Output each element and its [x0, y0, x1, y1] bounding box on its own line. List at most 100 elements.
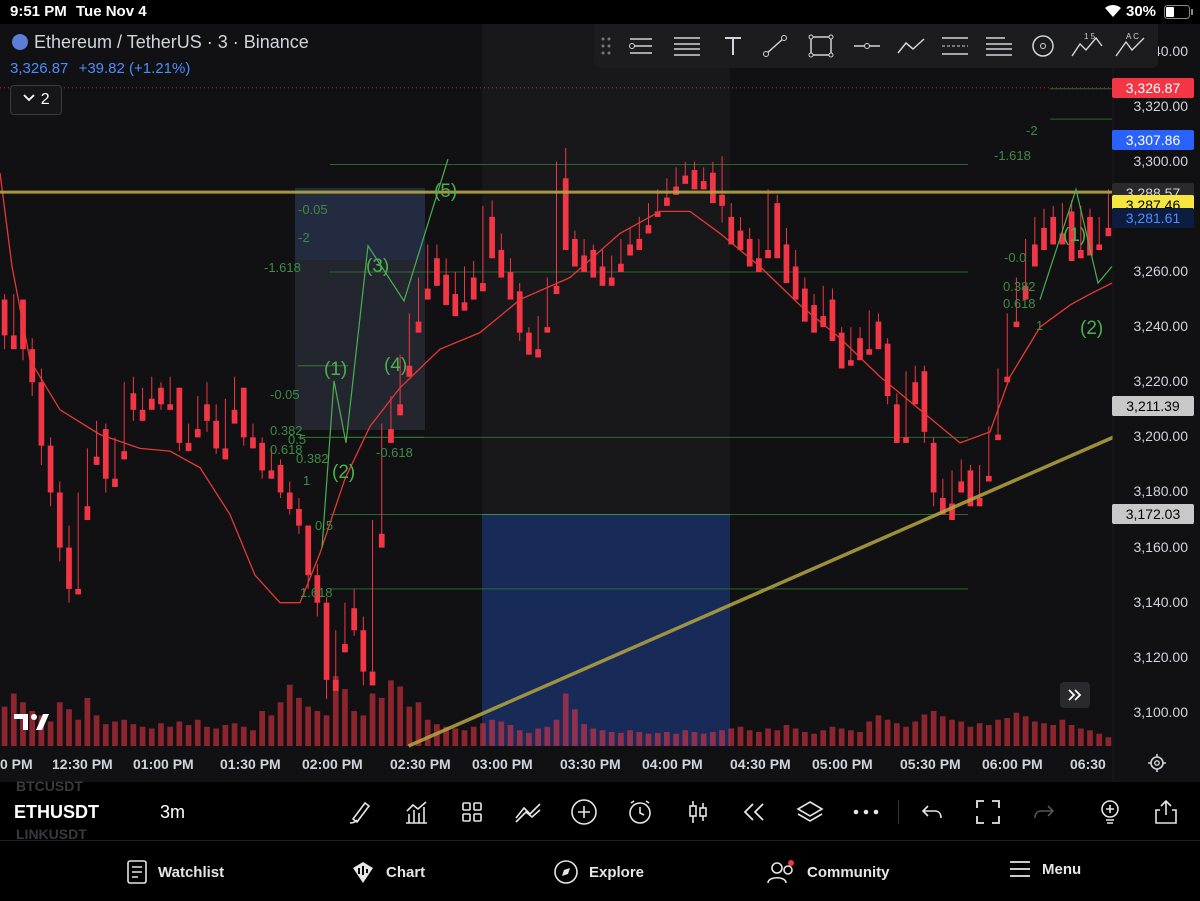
- candle-body: [792, 266, 799, 300]
- candle-body: [893, 404, 900, 443]
- volume-bar: [93, 715, 100, 746]
- volume-bar: [553, 719, 560, 746]
- fullscreen-icon[interactable]: [973, 797, 1003, 827]
- wave-label-1: (1): [324, 359, 348, 380]
- draw-brush-icon[interactable]: [345, 797, 375, 827]
- price-tick: 3,120.00: [1133, 648, 1189, 665]
- candle-body: [148, 398, 155, 410]
- volume-bar: [802, 732, 808, 746]
- volume-bar: [139, 726, 146, 746]
- chart-canvas[interactable]: [0, 24, 1200, 782]
- volume-bar: [645, 733, 652, 746]
- fib-retracement-icon[interactable]: [672, 32, 702, 60]
- volume-bar: [535, 728, 541, 746]
- candle-body: [443, 274, 449, 306]
- candle-body: [415, 321, 422, 333]
- compare-icon[interactable]: [513, 797, 543, 827]
- nav-menu-label: Menu: [1042, 860, 1082, 878]
- circle-icon[interactable]: [1028, 32, 1058, 60]
- price-tick: 3,100.00: [1133, 703, 1189, 720]
- candle-body: [489, 216, 495, 259]
- previous-symbol[interactable]: BTCUSDT: [16, 778, 83, 794]
- pitchfork-icon[interactable]: [626, 32, 656, 60]
- volume-bar: [562, 693, 569, 746]
- chart-area[interactable]: 3,340.00 3,320.00 3,300.00 3,260.00 3,240.00…: [0, 24, 1200, 782]
- replay-icon[interactable]: [739, 797, 769, 827]
- fib-label: 0.382: [1003, 279, 1036, 294]
- scroll-to-realtime-button[interactable]: [1060, 682, 1090, 708]
- bottom-toolbar: BTCUSDT ETHUSDT LINKUSDT 3m: [0, 778, 1200, 842]
- nav-explore[interactable]: Explore: [553, 859, 644, 885]
- nav-community-label: Community: [807, 863, 890, 881]
- nav-watchlist[interactable]: Watchlist: [126, 859, 224, 885]
- fib-label: -2: [298, 230, 310, 245]
- elliott-correction-icon[interactable]: A C: [1114, 32, 1148, 60]
- volume-bar: [388, 680, 394, 746]
- more-icon[interactable]: [851, 797, 881, 827]
- chart-settings-button[interactable]: [1146, 752, 1168, 779]
- volume-bar: [756, 732, 762, 746]
- indicators-toggle-button[interactable]: 2: [10, 85, 62, 115]
- fib-label: 0.5: [315, 518, 334, 533]
- volume-bar: [470, 726, 477, 746]
- candle-body: [636, 238, 643, 250]
- nav-chart[interactable]: Chart: [350, 859, 425, 885]
- layouts-icon[interactable]: [457, 797, 487, 827]
- price-tick: 3,140.00: [1133, 593, 1189, 610]
- nav-explore-label: Explore: [589, 863, 645, 881]
- volume-bar: [204, 726, 210, 746]
- undo-icon[interactable]: [917, 797, 947, 827]
- nav-community[interactable]: Community: [767, 859, 890, 885]
- volume-bar: [1050, 725, 1057, 746]
- candle-body: [710, 172, 716, 204]
- rectangle-icon[interactable]: [806, 32, 836, 60]
- volume-bar: [1068, 725, 1075, 746]
- time-tick: 06:00 PM: [982, 756, 1043, 772]
- candle-body: [498, 249, 505, 278]
- volume-bar: [360, 715, 367, 746]
- nav-watchlist-label: Watchlist: [158, 863, 225, 881]
- price-tick: 3,300.00: [1133, 152, 1189, 169]
- layers-icon[interactable]: [795, 797, 825, 827]
- volume-bar: [305, 706, 311, 746]
- volume-bar: [664, 732, 670, 746]
- share-icon[interactable]: [1151, 797, 1181, 827]
- horizontal-ray-icon[interactable]: [852, 32, 882, 60]
- volume-bar: [176, 721, 183, 746]
- interval-selector[interactable]: 3m: [160, 802, 185, 823]
- candle-body: [930, 442, 937, 493]
- text-icon[interactable]: [718, 32, 748, 60]
- time-tick: 05:00 PM: [812, 756, 873, 772]
- candles-icon[interactable]: [683, 797, 713, 827]
- candle-body: [1031, 244, 1038, 267]
- time-tick: 04:30 PM: [730, 756, 791, 772]
- double-chevron-right-icon: [1068, 689, 1082, 701]
- current-symbol[interactable]: ETHUSDT: [14, 802, 99, 823]
- fib-extension-icon[interactable]: [984, 32, 1014, 60]
- price-line: 3,326.87 +39.82 (+1.21%): [10, 60, 190, 77]
- candle-body: [572, 238, 578, 267]
- trendline-icon[interactable]: [760, 32, 790, 60]
- volume-bar: [516, 730, 523, 746]
- candle-body: [599, 266, 606, 286]
- fib-label: 0.618: [1003, 296, 1036, 311]
- path-icon[interactable]: [896, 32, 926, 60]
- time-tick: 01:00 PM: [133, 756, 194, 772]
- symbol-title[interactable]: Ethereum / TetherUS · 3 · Binance: [12, 32, 309, 53]
- redo-icon[interactable]: [1029, 797, 1059, 827]
- indicators-icon[interactable]: [401, 797, 431, 827]
- long-position-icon[interactable]: [940, 32, 970, 60]
- nav-menu[interactable]: Menu: [1008, 859, 1081, 879]
- elliott-impulse-icon[interactable]: 1 5: [1070, 32, 1104, 60]
- add-icon[interactable]: [569, 797, 599, 827]
- candle-body: [296, 509, 302, 526]
- volume-bar: [544, 726, 551, 746]
- candle-body: [1, 299, 8, 336]
- alert-icon[interactable]: [625, 797, 655, 827]
- drag-handle-icon[interactable]: [596, 32, 616, 60]
- volume-bar: [866, 721, 873, 746]
- volume-bar: [351, 711, 357, 746]
- candle-body: [461, 302, 468, 311]
- volume-bar: [691, 732, 698, 746]
- ideas-icon[interactable]: [1095, 797, 1125, 827]
